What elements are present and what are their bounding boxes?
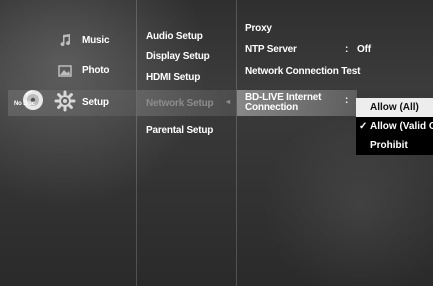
setup-item-display[interactable]: Display Setup: [146, 51, 210, 62]
submenu-arrow-icon: ◂: [226, 97, 230, 106]
dropdown-item-allow-valid-only[interactable]: ✓ Allow (Valid Only): [356, 117, 433, 136]
bd-live-dropdown: Allow (All) ✓ Allow (Valid Only) Prohibi…: [356, 98, 433, 155]
dropdown-item-prohibit[interactable]: Prohibit: [356, 136, 433, 155]
main-menu-label: Photo: [82, 65, 110, 76]
dropdown-item-label: Allow (All): [370, 102, 419, 113]
option-network-connection-test[interactable]: Network Connection Test: [245, 66, 360, 77]
setup-item-hdmi[interactable]: HDMI Setup: [146, 72, 200, 83]
setup-item-network[interactable]: Network Setup: [146, 98, 214, 109]
option-label: NTP Server: [245, 44, 297, 55]
main-menu-label: Setup: [82, 97, 109, 108]
setup-item-audio[interactable]: Audio Setup: [146, 31, 203, 42]
column-divider: [136, 0, 137, 286]
dropdown-item-label: Allow (Valid Only): [370, 121, 433, 132]
photo-icon: [58, 64, 72, 82]
checkmark-icon: ✓: [359, 121, 368, 132]
column-divider: [236, 0, 237, 286]
dropdown-item-label: Prohibit: [370, 140, 408, 151]
gear-icon: [54, 90, 76, 117]
option-separator: :: [345, 44, 349, 55]
disc-status-label: No Disc: [14, 101, 35, 107]
main-menu-label: Music: [82, 35, 110, 46]
option-separator: :: [345, 95, 349, 106]
option-label-line2: Connection: [245, 102, 298, 113]
dropdown-item-allow-all[interactable]: Allow (All): [356, 98, 433, 117]
settings-screen: Music Photo Setup No Disc Audio Setup Di…: [0, 0, 433, 286]
option-proxy[interactable]: Proxy: [245, 23, 272, 34]
music-note-icon: [58, 33, 72, 52]
setup-item-parental[interactable]: Parental Setup: [146, 125, 213, 136]
option-value: Off: [357, 44, 371, 55]
